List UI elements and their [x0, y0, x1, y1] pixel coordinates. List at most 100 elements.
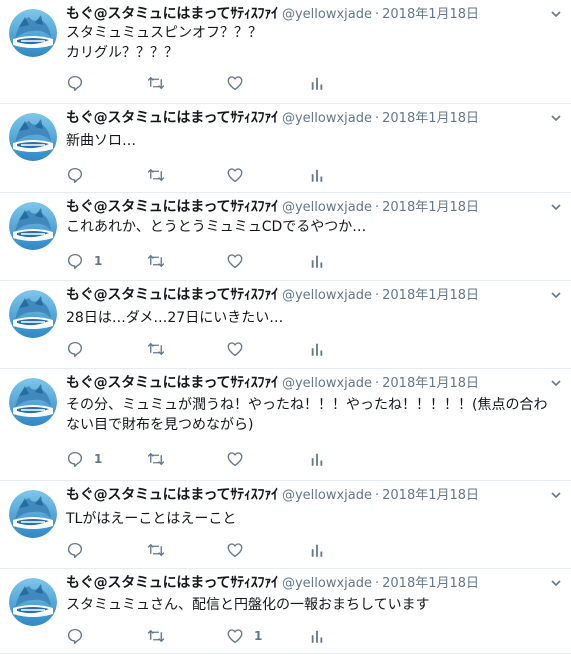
tweet-header: もぐ@スタミュにはまってｻﾃｨｽﾌｧｲ @yellowxjade · 2018年1月1…	[66, 573, 541, 593]
reply-icon	[66, 252, 84, 270]
analytics-button[interactable]	[309, 449, 325, 469]
retweet-button[interactable]	[146, 251, 166, 271]
user-name[interactable]: もぐ@スタミュにはまってｻﾃｨｽﾌｧｲ	[66, 6, 278, 22]
user-name[interactable]: もぐ@スタミュにはまってｻﾃｨｽﾌｧｲ	[66, 487, 278, 503]
tweet-date[interactable]: 2018年1月18日	[382, 200, 479, 215]
analytics-button[interactable]	[309, 73, 325, 93]
retweet-icon	[146, 166, 166, 184]
tweet-date[interactable]: 2018年1月18日	[382, 7, 479, 22]
tweet[interactable]: もぐ@スタミュにはまってｻﾃｨｽﾌｧｲ @yellowxjade · 2018年1月1…	[0, 481, 571, 569]
reply-button[interactable]: 1	[66, 449, 102, 469]
retweet-button[interactable]	[146, 540, 166, 560]
user-handle[interactable]: @yellowxjade	[282, 288, 372, 303]
heart-icon	[226, 627, 244, 645]
retweet-button[interactable]	[146, 339, 166, 359]
separator: ·	[374, 7, 380, 22]
reply-button[interactable]	[66, 626, 94, 646]
retweet-icon	[146, 340, 166, 358]
user-name[interactable]: もぐ@スタミュにはまってｻﾃｨｽﾌｧｲ	[66, 375, 278, 391]
reply-button[interactable]: 1	[66, 251, 102, 271]
tweet[interactable]: もぐ@スタミュにはまってｻﾃｨｽﾌｧｲ @yellowxjade · 2018年1月1…	[0, 369, 571, 481]
like-button[interactable]	[226, 339, 254, 359]
user-handle[interactable]: @yellowxjade	[282, 376, 372, 391]
user-handle[interactable]: @yellowxjade	[282, 576, 372, 591]
tweet-actions	[66, 339, 346, 359]
chevron-down-icon[interactable]	[549, 110, 563, 124]
heart-icon	[226, 340, 244, 358]
analytics-button[interactable]	[309, 339, 325, 359]
tweet-date[interactable]: 2018年1月18日	[382, 488, 479, 503]
like-button[interactable]	[226, 540, 254, 560]
like-count: 1	[254, 629, 263, 643]
reply-button[interactable]	[66, 540, 94, 560]
analytics-button[interactable]	[309, 540, 325, 560]
chevron-down-icon[interactable]	[549, 575, 563, 589]
reply-button[interactable]	[66, 165, 94, 185]
tweet-date[interactable]: 2018年1月18日	[382, 576, 479, 591]
user-handle[interactable]: @yellowxjade	[282, 7, 372, 22]
avatar[interactable]	[9, 202, 57, 250]
chevron-down-icon[interactable]	[549, 487, 563, 501]
retweet-button[interactable]	[146, 73, 166, 93]
tweet-header: もぐ@スタミュにはまってｻﾃｨｽﾌｧｲ @yellowxjade · 2018年1月1…	[66, 4, 541, 24]
user-handle[interactable]: @yellowxjade	[282, 200, 372, 215]
like-button[interactable]	[226, 165, 254, 185]
separator: ·	[374, 288, 380, 303]
tweet-date[interactable]: 2018年1月18日	[382, 111, 479, 126]
reply-icon	[66, 627, 84, 645]
avatar[interactable]	[9, 578, 57, 626]
tweet-text: スタミュミュさん、配信と円盤化の一報おまちしています	[66, 597, 430, 613]
retweet-button[interactable]	[146, 626, 166, 646]
retweet-icon	[146, 450, 166, 468]
tweet-text: これあれか、とうとうミュミュCDでるやつか…	[66, 219, 367, 235]
avatar[interactable]	[9, 378, 57, 426]
tweet[interactable]: もぐ@スタミュにはまってｻﾃｨｽﾌｧｲ @yellowxjade · 2018年1月1…	[0, 569, 571, 654]
tweet-text: その分、ミュミュが潤うね！やったね！！！やったね！！！！！(焦点の合わない目で財…	[66, 397, 548, 433]
user-name[interactable]: もぐ@スタミュにはまってｻﾃｨｽﾌｧｲ	[66, 575, 278, 591]
chevron-down-icon[interactable]	[549, 375, 563, 389]
like-button[interactable]	[226, 449, 254, 469]
user-handle[interactable]: @yellowxjade	[282, 111, 372, 126]
chevron-down-icon[interactable]	[549, 287, 563, 301]
reply-count: 1	[94, 254, 103, 268]
retweet-button[interactable]	[146, 165, 166, 185]
avatar[interactable]	[9, 290, 57, 338]
chevron-down-icon[interactable]	[549, 199, 563, 213]
like-button[interactable]	[226, 73, 254, 93]
tweet[interactable]: もぐ@スタミュにはまってｻﾃｨｽﾌｧｲ @yellowxjade · 2018年1月1…	[0, 0, 571, 104]
user-name[interactable]: もぐ@スタミュにはまってｻﾃｨｽﾌｧｲ	[66, 287, 278, 303]
retweet-button[interactable]	[146, 449, 166, 469]
separator: ·	[374, 111, 380, 126]
avatar[interactable]	[9, 9, 57, 57]
reply-icon	[66, 166, 84, 184]
reply-count: 1	[94, 452, 103, 466]
like-button[interactable]: 1	[226, 626, 262, 646]
analytics-icon	[309, 541, 325, 559]
tweet-text: スタミュミュスピンオフ？？？ カリグル？？？？	[66, 25, 262, 61]
tweet[interactable]: もぐ@スタミュにはまってｻﾃｨｽﾌｧｲ @yellowxjade · 2018年1月1…	[0, 281, 571, 369]
analytics-icon	[309, 74, 325, 92]
tweet[interactable]: もぐ@スタミュにはまってｻﾃｨｽﾌｧｲ @yellowxjade · 2018年1月1…	[0, 104, 571, 193]
reply-button[interactable]	[66, 73, 94, 93]
analytics-icon	[309, 340, 325, 358]
tweet[interactable]: もぐ@スタミュにはまってｻﾃｨｽﾌｧｲ @yellowxjade · 2018年1月1…	[0, 193, 571, 281]
tweet-header: もぐ@スタミュにはまってｻﾃｨｽﾌｧｲ @yellowxjade · 2018年1月1…	[66, 285, 541, 305]
analytics-button[interactable]	[309, 251, 325, 271]
tweet-text: 新曲ソロ…	[66, 133, 136, 149]
like-button[interactable]	[226, 251, 254, 271]
analytics-button[interactable]	[309, 626, 325, 646]
reply-icon	[66, 340, 84, 358]
analytics-button[interactable]	[309, 165, 325, 185]
tweet-actions: 1	[66, 449, 346, 469]
user-name[interactable]: もぐ@スタミュにはまってｻﾃｨｽﾌｧｲ	[66, 199, 278, 215]
tweet-actions	[66, 165, 346, 185]
tweet-date[interactable]: 2018年1月18日	[382, 288, 479, 303]
reply-button[interactable]	[66, 339, 94, 359]
reply-icon	[66, 541, 84, 559]
tweet-date[interactable]: 2018年1月18日	[382, 376, 479, 391]
user-handle[interactable]: @yellowxjade	[282, 488, 372, 503]
chevron-down-icon[interactable]	[549, 6, 563, 20]
avatar[interactable]	[9, 490, 57, 538]
user-name[interactable]: もぐ@スタミュにはまってｻﾃｨｽﾌｧｲ	[66, 110, 278, 126]
avatar[interactable]	[9, 113, 57, 161]
